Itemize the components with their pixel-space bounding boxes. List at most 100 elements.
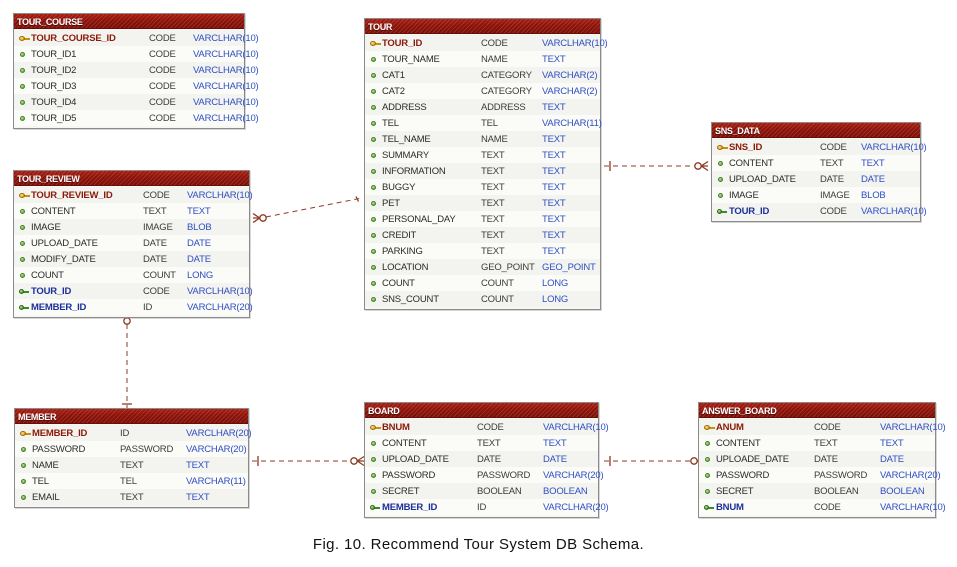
attribute-icon bbox=[369, 291, 382, 307]
table-row[interactable]: COUNT COUNT LONG bbox=[14, 267, 249, 283]
table-row[interactable]: SECRET BOOLEAN BOOLEAN bbox=[699, 483, 935, 499]
table-row[interactable]: TOUR_ID4 CODE VARCLHAR(10) bbox=[14, 94, 259, 110]
table-row[interactable]: TEL TEL VARCHAR(11) bbox=[15, 473, 248, 489]
column-domain: TEXT bbox=[481, 245, 505, 257]
table-row[interactable]: SNS_COUNT COUNT LONG bbox=[365, 291, 600, 307]
column-domain: CODE bbox=[149, 96, 176, 108]
figure-caption: Fig. 10. Recommend Tour System DB Schema… bbox=[312, 536, 645, 553]
table-row[interactable]: CONTENT TEXT TEXT bbox=[712, 155, 920, 171]
attribute-icon bbox=[369, 131, 382, 147]
column-type: VARCLHAR(20) bbox=[187, 301, 253, 313]
column-domain: BOOLEAN bbox=[477, 485, 522, 497]
entity-tour-course[interactable]: TOUR_COURSE TOUR_COURSE_ID CODE VARCLHAR… bbox=[13, 13, 259, 129]
column-type: TEXT bbox=[542, 53, 566, 65]
table-row[interactable]: BNUM CODE VARCLHAR(10) bbox=[365, 419, 609, 435]
entity-header: SNS_DATA bbox=[712, 123, 920, 138]
relationship-line bbox=[121, 310, 133, 409]
attribute-icon bbox=[716, 171, 729, 187]
table-row[interactable]: MEMBER_ID ID VARCLHAR(20) bbox=[15, 425, 252, 441]
column-name: UPLOAD_DATE bbox=[382, 453, 449, 465]
table-row[interactable]: SUMMARY TEXT TEXT bbox=[365, 147, 600, 163]
table-row[interactable]: CONTENT TEXT TEXT bbox=[365, 435, 598, 451]
table-row[interactable]: TOUR_ID CODE VARCLHAR(10) bbox=[14, 283, 253, 299]
column-name: PASSWORD bbox=[716, 469, 770, 481]
table-row[interactable]: CAT1 CATEGORY VARCHAR(2) bbox=[365, 67, 600, 83]
table-row[interactable]: CONTENT TEXT TEXT bbox=[14, 203, 249, 219]
column-domain: TEXT bbox=[120, 491, 144, 503]
column-type: VARCLHAR(10) bbox=[880, 421, 946, 433]
entity-tour[interactable]: TOUR TOUR_ID CODE VARCLHAR(10) TOUR_NAME… bbox=[364, 18, 608, 310]
table-row[interactable]: TOUR_REVIEW_ID CODE VARCLHAR(10) bbox=[14, 187, 253, 203]
column-domain: NAME bbox=[481, 133, 508, 145]
relationship-line bbox=[252, 196, 363, 224]
table-row[interactable]: PASSWORD PASSWORD VARCHAR(20) bbox=[699, 467, 941, 483]
column-name: MEMBER_ID bbox=[31, 301, 87, 313]
table-row[interactable]: TOUR_ID2 CODE VARCLHAR(10) bbox=[14, 62, 259, 78]
table-row[interactable]: MODIFY_DATE DATE DATE bbox=[14, 251, 249, 267]
table-row[interactable]: PASSWORD PASSWORD VARCHAR(20) bbox=[365, 467, 604, 483]
table-row[interactable]: BUGGY TEXT TEXT bbox=[365, 179, 600, 195]
table-row[interactable]: UPLOAD_DATE DATE DATE bbox=[365, 451, 598, 467]
table-row[interactable]: TOUR_ID1 CODE VARCLHAR(10) bbox=[14, 46, 259, 62]
table-row[interactable]: TOUR_ID3 CODE VARCLHAR(10) bbox=[14, 78, 259, 94]
table-row[interactable]: ANUM CODE VARCLHAR(10) bbox=[699, 419, 946, 435]
table-row[interactable]: COUNT COUNT LONG bbox=[365, 275, 600, 291]
column-domain: TEXT bbox=[820, 157, 844, 169]
table-row[interactable]: SECRET BOOLEAN BOOLEAN bbox=[365, 483, 598, 499]
table-row[interactable]: ADDRESS ADDRESS TEXT bbox=[365, 99, 600, 115]
table-row[interactable]: MEMBER_ID ID VARCLHAR(20) bbox=[365, 499, 609, 515]
column-domain: DATE bbox=[143, 253, 167, 265]
entity-sns-data[interactable]: SNS_DATA SNS_ID CODE VARCLHAR(10) CONTEN… bbox=[711, 122, 927, 222]
column-type: TEXT bbox=[542, 181, 566, 193]
table-row[interactable]: BNUM CODE VARCLHAR(10) bbox=[699, 499, 946, 515]
column-domain: TEXT bbox=[120, 459, 144, 471]
column-name: CONTENT bbox=[382, 437, 427, 449]
column-name: MEMBER_ID bbox=[382, 501, 438, 513]
column-name: LOCATION bbox=[382, 261, 429, 273]
table-row[interactable]: CAT2 CATEGORY VARCHAR(2) bbox=[365, 83, 600, 99]
entity-member[interactable]: MEMBER MEMBER_ID ID VARCLHAR(20) PASSWOR… bbox=[14, 408, 252, 508]
column-name: TOUR_ID1 bbox=[31, 48, 77, 60]
table-row[interactable]: EMAIL TEXT TEXT bbox=[15, 489, 248, 505]
column-name: TEL bbox=[382, 117, 399, 129]
table-row[interactable]: PERSONAL_DAY TEXT TEXT bbox=[365, 211, 600, 227]
table-row[interactable]: IMAGE IMAGE BLOB bbox=[712, 187, 920, 203]
table-row[interactable]: INFORMATION TEXT TEXT bbox=[365, 163, 600, 179]
foreign-key-icon bbox=[18, 299, 31, 315]
table-row[interactable]: IMAGE IMAGE BLOB bbox=[14, 219, 249, 235]
table-row[interactable]: UPLOAD_DATE DATE DATE bbox=[712, 171, 920, 187]
table-row[interactable]: TOUR_ID CODE VARCLHAR(10) bbox=[365, 35, 608, 51]
table-row[interactable]: CREDIT TEXT TEXT bbox=[365, 227, 600, 243]
table-row[interactable]: PASSWORD PASSWORD VARCHAR(20) bbox=[15, 441, 248, 457]
entity-board[interactable]: BOARD BNUM CODE VARCLHAR(10) CONTENT TEX… bbox=[364, 402, 609, 518]
entity-title: TOUR_REVIEW bbox=[17, 174, 80, 184]
table-row[interactable]: LOCATION GEO_POINT GEO_POINT bbox=[365, 259, 600, 275]
table-row[interactable]: TOUR_ID5 CODE VARCLHAR(10) bbox=[14, 110, 259, 126]
primary-key-icon bbox=[369, 419, 382, 435]
table-row[interactable]: PARKING TEXT TEXT bbox=[365, 243, 600, 259]
table-row[interactable]: TEL_NAME NAME TEXT bbox=[365, 131, 600, 147]
entity-header: TOUR_REVIEW bbox=[14, 171, 249, 186]
column-name: IMAGE bbox=[31, 221, 61, 233]
table-row[interactable]: PET TEXT TEXT bbox=[365, 195, 600, 211]
table-row[interactable]: TEL TEL VARCHAR(11) bbox=[365, 115, 602, 131]
table-row[interactable]: TOUR_COURSE_ID CODE VARCLHAR(10) bbox=[14, 30, 259, 46]
relationship-line bbox=[604, 160, 709, 172]
foreign-key-icon bbox=[703, 499, 716, 515]
column-domain: BOOLEAN bbox=[814, 485, 859, 497]
entity-answer-board[interactable]: ANSWER_BOARD ANUM CODE VARCLHAR(10) CONT… bbox=[698, 402, 946, 518]
table-row[interactable]: UPLOAD_DATE DATE DATE bbox=[14, 235, 249, 251]
entity-tour-review[interactable]: TOUR_REVIEW TOUR_REVIEW_ID CODE VARCLHAR… bbox=[13, 170, 253, 318]
column-name: TOUR_ID bbox=[729, 205, 770, 217]
relationship-member-to-board bbox=[249, 454, 367, 468]
foreign-key-icon bbox=[369, 499, 382, 515]
attribute-icon bbox=[369, 483, 382, 499]
table-row[interactable]: TOUR_NAME NAME TEXT bbox=[365, 51, 600, 67]
table-row[interactable]: TOUR_ID CODE VARCLHAR(10) bbox=[712, 203, 927, 219]
table-row[interactable]: MEMBER_ID ID VARCLHAR(20) bbox=[14, 299, 253, 315]
table-row[interactable]: CONTENT TEXT TEXT bbox=[699, 435, 935, 451]
table-row[interactable]: SNS_ID CODE VARCLHAR(10) bbox=[712, 139, 927, 155]
entity-title: BOARD bbox=[368, 406, 400, 416]
table-row[interactable]: UPLOADE_DATE DATE DATE bbox=[699, 451, 935, 467]
table-row[interactable]: NAME TEXT TEXT bbox=[15, 457, 248, 473]
